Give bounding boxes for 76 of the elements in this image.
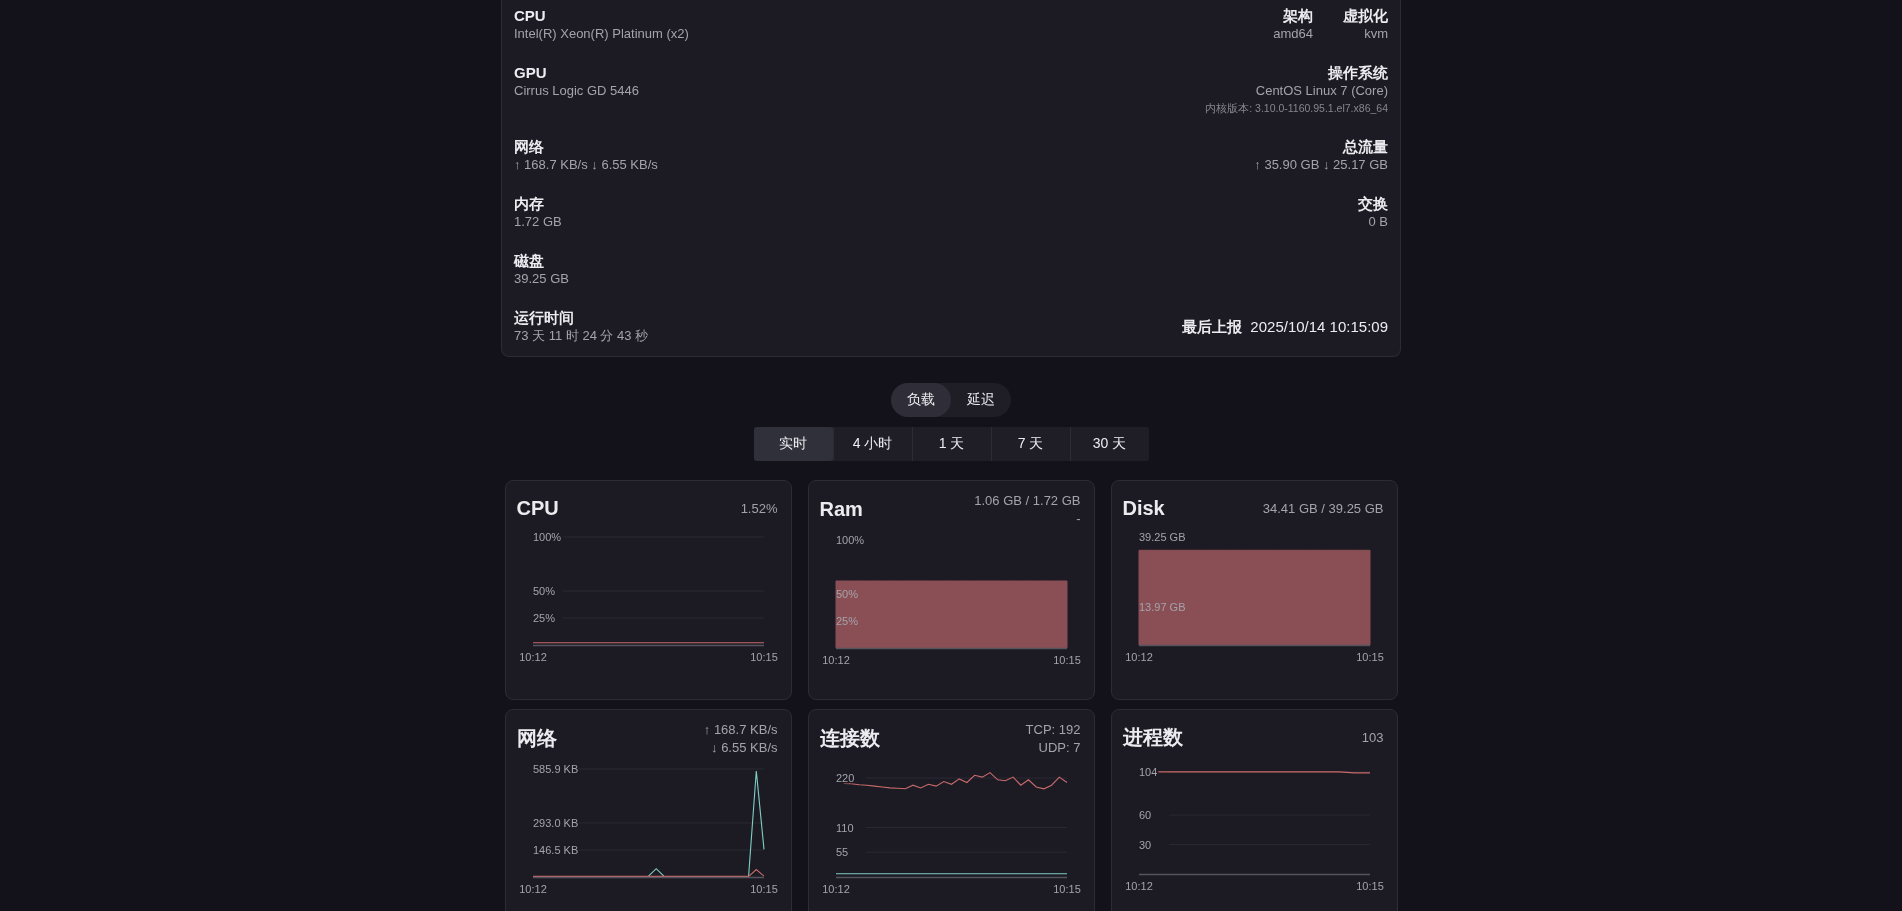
x-axis-label: 10:15 — [749, 651, 778, 663]
info-value: 2025/10/14 10:15:09 — [1250, 317, 1388, 335]
y-axis-label: 220 — [835, 772, 854, 784]
x-axis-label: 10:12 — [821, 654, 850, 666]
info-label: 交换 — [1358, 194, 1388, 213]
info-value: 73 天 11 时 24 分 43 秒 — [514, 327, 649, 344]
chart-value: 1.06 GB / 1.72 GB — [974, 493, 1081, 508]
info-label: 网络 — [514, 137, 545, 156]
chart-title: Ram — [819, 498, 863, 521]
y-axis-label: 146.5 KB — [532, 844, 578, 856]
info-label: CPU — [514, 6, 547, 25]
view-tab[interactable]: 延迟 — [951, 383, 1011, 417]
chart-value: 34.41 GB / 39.25 GB — [1262, 500, 1384, 516]
info-label: 磁盘 — [514, 251, 545, 270]
y-axis-label: 50% — [532, 585, 555, 597]
chart-title: 连接数 — [819, 726, 880, 751]
chart-title: 进程数 — [1122, 724, 1183, 750]
chart-title: Disk — [1122, 496, 1165, 520]
y-axis-label: 60 — [1138, 809, 1151, 822]
info-label: 架构 — [1283, 6, 1313, 25]
info-value: Intel(R) Xeon(R) Platinum (x2) — [514, 25, 689, 42]
chart-title: CPU — [516, 496, 559, 520]
info-note: 内核版本: 3.10.0-1160.95.1.el7.x86_64 — [1205, 101, 1388, 116]
info-label: GPU — [514, 63, 548, 82]
period-tab[interactable]: 1 天 — [911, 427, 991, 461]
y-axis-label: 110 — [835, 821, 854, 834]
info-label: 虚拟化 — [1343, 6, 1388, 25]
info-value: ↑ 35.90 GB ↓ 25.17 GB — [1254, 156, 1388, 173]
info-label: 内存 — [514, 194, 545, 213]
x-axis-label: 10:15 — [749, 883, 778, 895]
x-axis-label: 10:15 — [1355, 880, 1384, 892]
y-axis-label: 39.25 GB — [1138, 531, 1185, 543]
chart-value: TCP: 192 — [1025, 722, 1081, 737]
y-axis-label: 100% — [532, 531, 561, 543]
period-tab[interactable]: 实时 — [753, 427, 833, 461]
y-axis-label: 50% — [835, 588, 858, 600]
y-axis-label: 585.9 KB — [532, 763, 578, 775]
y-axis-label: 104 — [1138, 765, 1157, 778]
y-axis-label: 25% — [532, 612, 555, 624]
chart-value: - — [1076, 511, 1081, 526]
chart-value: UDP: 7 — [1038, 740, 1081, 755]
info-value: kvm — [1364, 25, 1388, 42]
period-tab[interactable]: 30 天 — [1069, 427, 1149, 461]
y-axis-label: 25% — [835, 615, 858, 627]
chart-title: 网络 — [516, 726, 557, 751]
info-label: 最后上报 — [1182, 316, 1243, 336]
x-axis-label: 10:12 — [821, 883, 850, 895]
info-value: CentOS Linux 7 (Core) — [1255, 82, 1388, 99]
info-value: ↑ 168.7 KB/s ↓ 6.55 KB/s — [514, 156, 658, 173]
info-value: Cirrus Logic GD 5446 — [514, 82, 639, 99]
chart-value: ↓ 6.55 KB/s — [711, 740, 778, 755]
info-label: 总流量 — [1343, 137, 1388, 156]
x-axis-label: 10:12 — [518, 651, 547, 663]
y-axis-label: 55 — [835, 846, 848, 859]
x-axis-label: 10:12 — [1124, 651, 1153, 663]
y-axis-label: 293.0 KB — [532, 817, 578, 829]
info-label: 运行时间 — [514, 308, 575, 327]
view-tab[interactable]: 负载 — [891, 383, 951, 417]
x-axis-label: 10:15 — [1052, 883, 1081, 895]
x-axis-label: 10:12 — [518, 883, 547, 895]
chart-value: 103 — [1361, 729, 1384, 745]
chart-value: ↑ 168.7 KB/s — [703, 722, 778, 737]
x-axis-label: 10:12 — [1124, 880, 1153, 892]
x-axis-label: 10:15 — [1052, 654, 1081, 666]
y-axis-label: 30 — [1138, 838, 1151, 851]
info-value: amd64 — [1273, 25, 1313, 42]
info-label: 操作系统 — [1328, 63, 1388, 82]
chart-value: 1.52% — [740, 500, 778, 516]
x-axis-label: 10:15 — [1355, 651, 1384, 663]
y-axis-label: 100% — [835, 534, 864, 546]
period-tab[interactable]: 4 小时 — [832, 427, 912, 461]
period-tab[interactable]: 7 天 — [990, 427, 1070, 461]
y-axis-label: 13.97 GB — [1138, 600, 1185, 613]
info-value: 39.25 GB — [514, 270, 569, 287]
info-value: 0 B — [1368, 213, 1388, 230]
info-value: 1.72 GB — [514, 213, 562, 230]
